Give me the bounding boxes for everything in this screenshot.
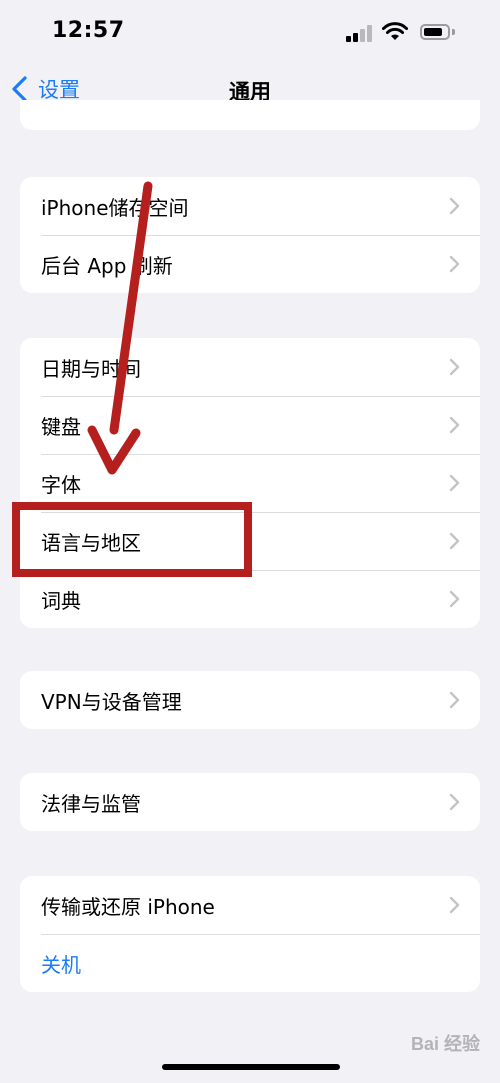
chevron-right-icon — [449, 358, 460, 376]
row-background-app-refresh[interactable]: 后台 App 刷新 — [20, 235, 480, 293]
row-keyboard[interactable]: 键盘 — [20, 396, 480, 454]
settings-group-vpn: VPN与设备管理 — [20, 671, 480, 729]
row-label: 日期与时间 — [41, 356, 141, 381]
row-vpn-device-management[interactable]: VPN与设备管理 — [20, 671, 480, 729]
chevron-right-icon — [449, 532, 460, 550]
row-dictionary[interactable]: 词典 — [20, 570, 480, 628]
settings-group-reset: 传输或还原 iPhone 关机 — [20, 876, 480, 992]
row-transfer-reset[interactable]: 传输或还原 iPhone — [20, 876, 480, 934]
row-label: 传输或还原 iPhone — [41, 894, 215, 919]
status-bar: 12:57 — [0, 0, 500, 60]
row-fonts[interactable]: 字体 — [20, 454, 480, 512]
settings-group-legal: 法律与监管 — [20, 773, 480, 831]
status-time: 12:57 — [52, 18, 125, 43]
settings-group-storage: iPhone储存空间 后台 App 刷新 — [20, 177, 480, 293]
row-shut-down[interactable]: 关机 — [20, 934, 480, 992]
row-label: 字体 — [41, 472, 81, 497]
chevron-right-icon — [449, 197, 460, 215]
settings-group-input: 日期与时间 键盘 字体 语言与地区 词典 — [20, 338, 480, 628]
chevron-right-icon — [449, 416, 460, 434]
cellular-signal-icon — [346, 24, 374, 42]
wifi-icon — [382, 22, 408, 40]
row-language-region[interactable]: 语言与地区 — [20, 512, 480, 570]
watermark: Bai 经验 — [410, 1034, 480, 1054]
row-legal-regulatory[interactable]: 法律与监管 — [20, 773, 480, 831]
row-iphone-storage[interactable]: iPhone储存空间 — [20, 177, 480, 235]
chevron-right-icon — [449, 255, 460, 273]
row-label: 语言与地区 — [41, 530, 141, 555]
status-icons — [342, 22, 462, 42]
home-indicator[interactable] — [162, 1064, 340, 1070]
chevron-right-icon — [449, 590, 460, 608]
chevron-right-icon — [449, 896, 460, 914]
chevron-right-icon — [449, 474, 460, 492]
row-label: 词典 — [41, 588, 81, 613]
row-label: 后台 App 刷新 — [41, 253, 173, 278]
row-date-time[interactable]: 日期与时间 — [20, 338, 480, 396]
row-label: 法律与监管 — [41, 791, 141, 816]
shut-down-label: 关机 — [41, 952, 81, 977]
row-label: 键盘 — [41, 414, 81, 439]
row-label: iPhone储存空间 — [41, 195, 189, 220]
battery-icon — [420, 24, 450, 40]
row-label: VPN与设备管理 — [41, 689, 182, 714]
chevron-right-icon — [449, 793, 460, 811]
battery-cap — [452, 29, 455, 35]
scrolled-group-bottom — [20, 100, 480, 130]
chevron-right-icon — [449, 691, 460, 709]
